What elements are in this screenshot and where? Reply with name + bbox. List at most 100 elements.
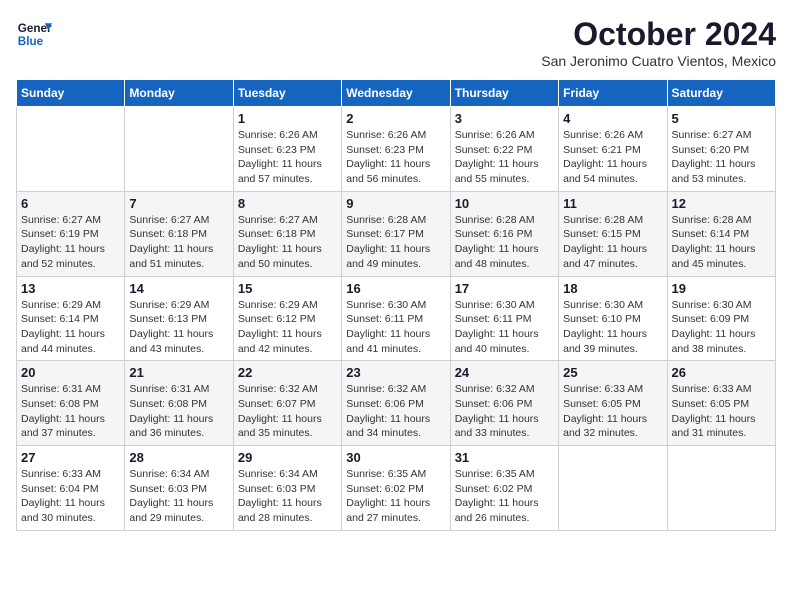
header-day-thursday: Thursday bbox=[450, 80, 558, 107]
day-number: 20 bbox=[21, 365, 120, 380]
day-number: 13 bbox=[21, 281, 120, 296]
day-info: Sunrise: 6:31 AM Sunset: 6:08 PM Dayligh… bbox=[129, 382, 228, 441]
day-info: Sunrise: 6:26 AM Sunset: 6:23 PM Dayligh… bbox=[238, 128, 337, 187]
day-number: 6 bbox=[21, 196, 120, 211]
day-info: Sunrise: 6:30 AM Sunset: 6:10 PM Dayligh… bbox=[563, 298, 662, 357]
day-cell: 27Sunrise: 6:33 AM Sunset: 6:04 PM Dayli… bbox=[17, 446, 125, 531]
day-number: 1 bbox=[238, 111, 337, 126]
day-info: Sunrise: 6:35 AM Sunset: 6:02 PM Dayligh… bbox=[455, 467, 554, 526]
day-cell: 25Sunrise: 6:33 AM Sunset: 6:05 PM Dayli… bbox=[559, 361, 667, 446]
day-cell bbox=[559, 446, 667, 531]
logo-icon: General Blue bbox=[16, 16, 52, 52]
header-day-wednesday: Wednesday bbox=[342, 80, 450, 107]
day-cell: 16Sunrise: 6:30 AM Sunset: 6:11 PM Dayli… bbox=[342, 276, 450, 361]
day-info: Sunrise: 6:30 AM Sunset: 6:11 PM Dayligh… bbox=[346, 298, 445, 357]
day-number: 14 bbox=[129, 281, 228, 296]
day-cell: 6 Sunrise: 6:27 AM Sunset: 6:19 PM Daylig… bbox=[17, 191, 125, 276]
day-number: 7 bbox=[129, 196, 228, 211]
day-info: Sunrise: 6:31 AM Sunset: 6:08 PM Dayligh… bbox=[21, 382, 120, 441]
calendar: SundayMondayTuesdayWednesdayThursdayFrid… bbox=[16, 79, 776, 531]
day-info: Sunrise: 6:32 AM Sunset: 6:06 PM Dayligh… bbox=[346, 382, 445, 441]
day-cell: 17 Sunrise: 6:30 AM Sunset: 6:11 PM Dayli… bbox=[450, 276, 558, 361]
calendar-body: 1 Sunrise: 6:26 AM Sunset: 6:23 PM Daylig… bbox=[17, 107, 776, 531]
day-number: 2 bbox=[346, 111, 445, 126]
day-cell: 3Sunrise: 6:26 AM Sunset: 6:22 PM Daylig… bbox=[450, 107, 558, 192]
day-cell: 11 Sunrise: 6:28 AM Sunset: 6:15 PM Dayli… bbox=[559, 191, 667, 276]
day-number: 30 bbox=[346, 450, 445, 465]
day-number: 15 bbox=[238, 281, 337, 296]
week-row-1: 6 Sunrise: 6:27 AM Sunset: 6:19 PM Daylig… bbox=[17, 191, 776, 276]
calendar-header: SundayMondayTuesdayWednesdayThursdayFrid… bbox=[17, 80, 776, 107]
subtitle: San Jeronimo Cuatro Vientos, Mexico bbox=[541, 53, 776, 69]
day-number: 24 bbox=[455, 365, 554, 380]
day-cell: 23 Sunrise: 6:32 AM Sunset: 6:06 PM Dayli… bbox=[342, 361, 450, 446]
day-info: Sunrise: 6:29 AM Sunset: 6:14 PM Dayligh… bbox=[21, 298, 120, 357]
day-number: 28 bbox=[129, 450, 228, 465]
day-cell: 31 Sunrise: 6:35 AM Sunset: 6:02 PM Dayli… bbox=[450, 446, 558, 531]
day-info: Sunrise: 6:34 AM Sunset: 6:03 PM Dayligh… bbox=[238, 467, 337, 526]
day-info: Sunrise: 6:27 AM Sunset: 6:18 PM Dayligh… bbox=[129, 213, 228, 272]
day-cell bbox=[125, 107, 233, 192]
header-day-monday: Monday bbox=[125, 80, 233, 107]
day-number: 18 bbox=[563, 281, 662, 296]
day-cell: 28 Sunrise: 6:34 AM Sunset: 6:03 PM Dayli… bbox=[125, 446, 233, 531]
day-info: Sunrise: 6:27 AM Sunset: 6:18 PM Dayligh… bbox=[238, 213, 337, 272]
day-cell: 19 Sunrise: 6:30 AM Sunset: 6:09 PM Dayli… bbox=[667, 276, 775, 361]
day-info: Sunrise: 6:32 AM Sunset: 6:07 PM Dayligh… bbox=[238, 382, 337, 441]
day-info: Sunrise: 6:28 AM Sunset: 6:15 PM Dayligh… bbox=[563, 213, 662, 272]
day-info: Sunrise: 6:29 AM Sunset: 6:12 PM Dayligh… bbox=[238, 298, 337, 357]
day-cell: 9Sunrise: 6:28 AM Sunset: 6:17 PM Daylig… bbox=[342, 191, 450, 276]
day-number: 26 bbox=[672, 365, 771, 380]
day-number: 31 bbox=[455, 450, 554, 465]
day-number: 8 bbox=[238, 196, 337, 211]
day-info: Sunrise: 6:27 AM Sunset: 6:20 PM Dayligh… bbox=[672, 128, 771, 187]
day-cell: 20 Sunrise: 6:31 AM Sunset: 6:08 PM Dayli… bbox=[17, 361, 125, 446]
day-info: Sunrise: 6:28 AM Sunset: 6:16 PM Dayligh… bbox=[455, 213, 554, 272]
day-number: 10 bbox=[455, 196, 554, 211]
day-info: Sunrise: 6:26 AM Sunset: 6:22 PM Dayligh… bbox=[455, 128, 554, 187]
header-day-sunday: Sunday bbox=[17, 80, 125, 107]
day-number: 4 bbox=[563, 111, 662, 126]
day-info: Sunrise: 6:30 AM Sunset: 6:09 PM Dayligh… bbox=[672, 298, 771, 357]
day-info: Sunrise: 6:26 AM Sunset: 6:23 PM Dayligh… bbox=[346, 128, 445, 187]
day-info: Sunrise: 6:26 AM Sunset: 6:21 PM Dayligh… bbox=[563, 128, 662, 187]
day-cell: 1 Sunrise: 6:26 AM Sunset: 6:23 PM Daylig… bbox=[233, 107, 341, 192]
day-cell: 4 Sunrise: 6:26 AM Sunset: 6:21 PM Daylig… bbox=[559, 107, 667, 192]
day-info: Sunrise: 6:27 AM Sunset: 6:19 PM Dayligh… bbox=[21, 213, 120, 272]
day-info: Sunrise: 6:33 AM Sunset: 6:05 PM Dayligh… bbox=[563, 382, 662, 441]
logo: General Blue bbox=[16, 16, 52, 52]
day-cell: 2 Sunrise: 6:26 AM Sunset: 6:23 PM Daylig… bbox=[342, 107, 450, 192]
day-cell: 12Sunrise: 6:28 AM Sunset: 6:14 PM Dayli… bbox=[667, 191, 775, 276]
week-row-3: 20 Sunrise: 6:31 AM Sunset: 6:08 PM Dayli… bbox=[17, 361, 776, 446]
day-number: 23 bbox=[346, 365, 445, 380]
day-number: 9 bbox=[346, 196, 445, 211]
day-cell bbox=[667, 446, 775, 531]
day-cell: 18 Sunrise: 6:30 AM Sunset: 6:10 PM Dayli… bbox=[559, 276, 667, 361]
week-row-2: 13 Sunrise: 6:29 AM Sunset: 6:14 PM Dayli… bbox=[17, 276, 776, 361]
day-number: 5 bbox=[672, 111, 771, 126]
day-number: 11 bbox=[563, 196, 662, 211]
svg-text:Blue: Blue bbox=[18, 35, 44, 48]
day-info: Sunrise: 6:30 AM Sunset: 6:11 PM Dayligh… bbox=[455, 298, 554, 357]
title-area: October 2024 San Jeronimo Cuatro Vientos… bbox=[541, 16, 776, 69]
day-number: 12 bbox=[672, 196, 771, 211]
header-day-friday: Friday bbox=[559, 80, 667, 107]
day-cell: 21 Sunrise: 6:31 AM Sunset: 6:08 PM Dayli… bbox=[125, 361, 233, 446]
day-number: 29 bbox=[238, 450, 337, 465]
header-day-saturday: Saturday bbox=[667, 80, 775, 107]
day-number: 21 bbox=[129, 365, 228, 380]
day-cell: 13 Sunrise: 6:29 AM Sunset: 6:14 PM Dayli… bbox=[17, 276, 125, 361]
header-row: SundayMondayTuesdayWednesdayThursdayFrid… bbox=[17, 80, 776, 107]
day-number: 27 bbox=[21, 450, 120, 465]
day-info: Sunrise: 6:34 AM Sunset: 6:03 PM Dayligh… bbox=[129, 467, 228, 526]
day-info: Sunrise: 6:32 AM Sunset: 6:06 PM Dayligh… bbox=[455, 382, 554, 441]
header: General Blue October 2024 San Jeronimo C… bbox=[16, 16, 776, 69]
day-cell: 8 Sunrise: 6:27 AM Sunset: 6:18 PM Daylig… bbox=[233, 191, 341, 276]
day-number: 17 bbox=[455, 281, 554, 296]
day-number: 19 bbox=[672, 281, 771, 296]
day-cell bbox=[17, 107, 125, 192]
day-cell: 10 Sunrise: 6:28 AM Sunset: 6:16 PM Dayli… bbox=[450, 191, 558, 276]
day-cell: 22Sunrise: 6:32 AM Sunset: 6:07 PM Dayli… bbox=[233, 361, 341, 446]
day-cell: 7 Sunrise: 6:27 AM Sunset: 6:18 PM Daylig… bbox=[125, 191, 233, 276]
week-row-0: 1 Sunrise: 6:26 AM Sunset: 6:23 PM Daylig… bbox=[17, 107, 776, 192]
